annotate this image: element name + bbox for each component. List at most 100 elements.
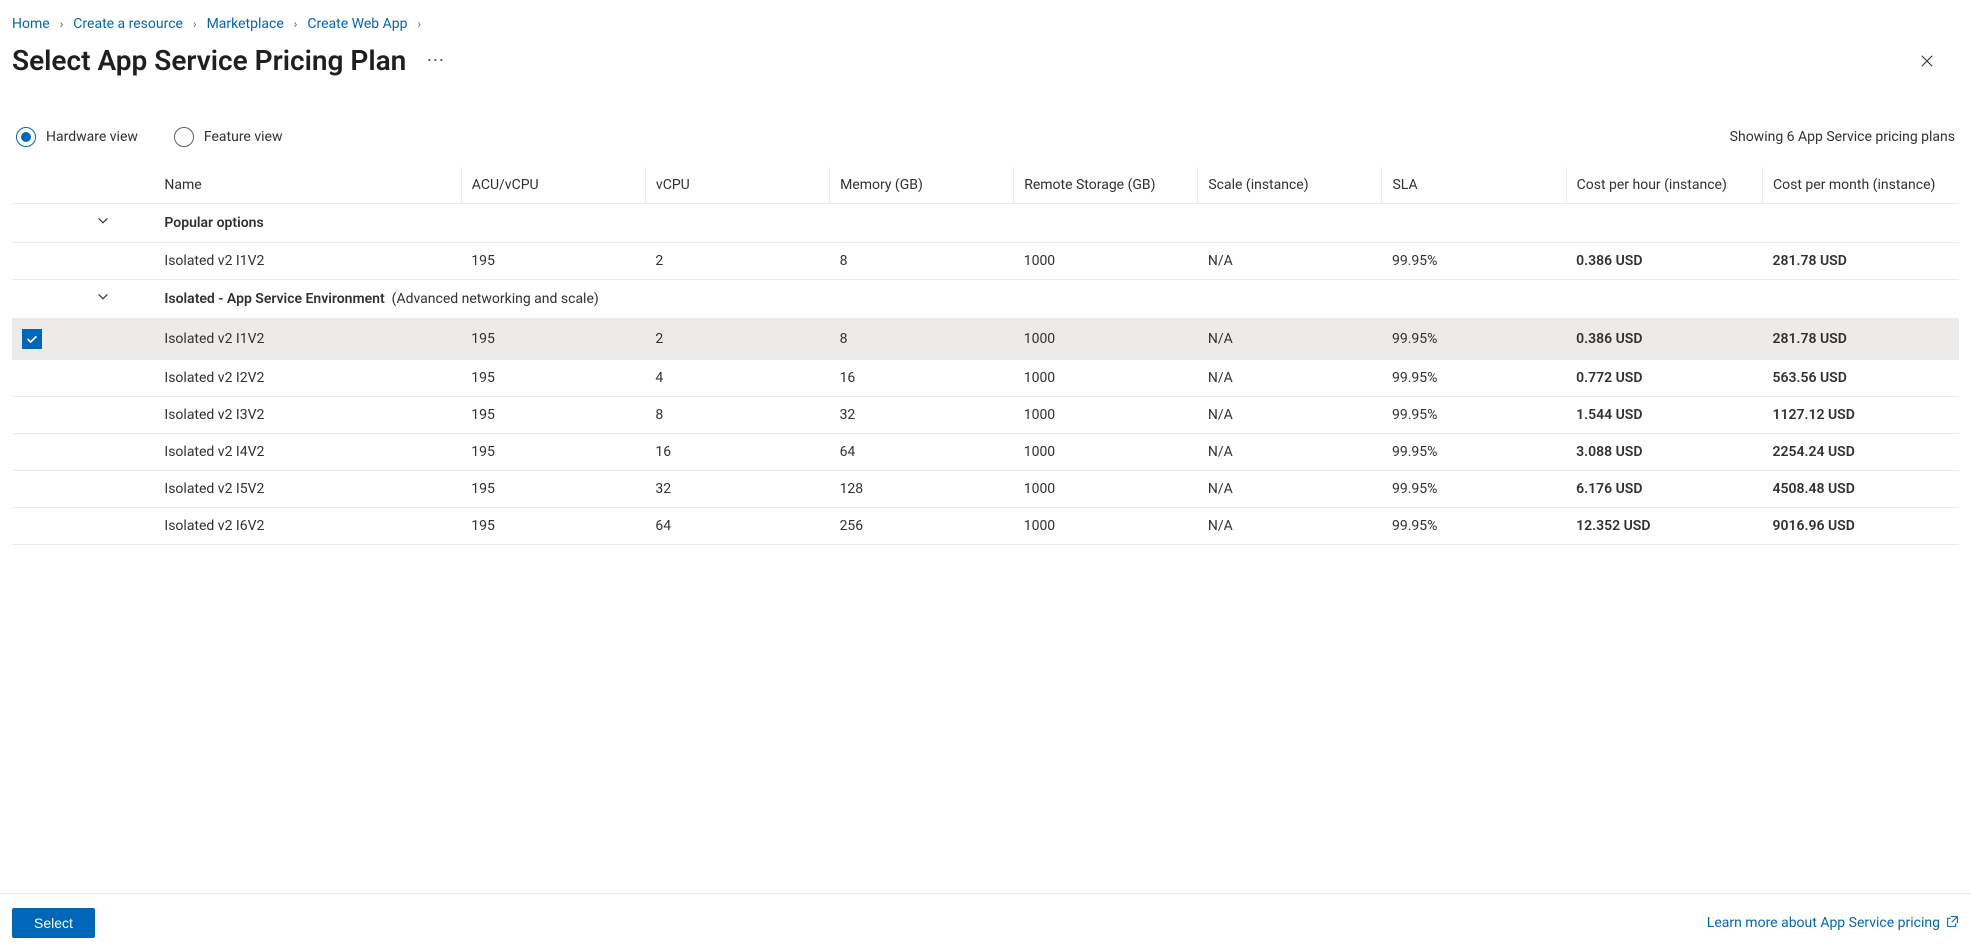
breadcrumb-link[interactable]: Marketplace <box>207 16 284 32</box>
footer: Select Learn more about App Service pric… <box>0 893 1971 952</box>
table-row[interactable]: Isolated v2 I1V2195281000N/A99.95%0.386 … <box>12 319 1959 360</box>
cell-remote: 1000 <box>1014 243 1198 280</box>
chevron-down-icon[interactable] <box>96 214 110 228</box>
chevron-right-icon: › <box>60 17 64 31</box>
cell-memory: 128 <box>830 471 1014 508</box>
cell-memory: 64 <box>830 434 1014 471</box>
chevron-right-icon: › <box>417 17 421 31</box>
hardware-view-radio[interactable]: Hardware view <box>16 127 138 147</box>
cell-acu: 195 <box>461 397 645 434</box>
breadcrumb-link[interactable]: Create Web App <box>307 16 407 32</box>
plan-count-text: Showing 6 App Service pricing plans <box>1730 129 1955 145</box>
table-row[interactable]: Isolated v2 I3V21958321000N/A99.95%1.544… <box>12 397 1959 434</box>
col-name[interactable]: Name <box>154 167 461 204</box>
col-memory[interactable]: Memory (GB) <box>830 167 1014 204</box>
cell-name: Isolated v2 I4V2 <box>154 434 461 471</box>
cell-vcpu: 4 <box>645 360 829 397</box>
cell-memory: 8 <box>830 243 1014 280</box>
cell-cost-mo: 281.78 USD <box>1763 319 1959 360</box>
more-icon[interactable]: ⋯ <box>422 46 448 75</box>
table-row[interactable]: Isolated v2 I5V2195321281000N/A99.95%6.1… <box>12 471 1959 508</box>
cell-vcpu: 2 <box>645 243 829 280</box>
cell-sla: 99.95% <box>1382 397 1566 434</box>
learn-more-link[interactable]: Learn more about App Service pricing <box>1707 915 1959 932</box>
close-icon[interactable] <box>1911 45 1943 77</box>
group-title: Popular options <box>164 215 263 231</box>
cell-acu: 195 <box>461 243 645 280</box>
group-header[interactable]: Popular options <box>12 204 1959 243</box>
col-vcpu[interactable]: vCPU <box>645 167 829 204</box>
chevron-right-icon: › <box>193 17 197 31</box>
cell-vcpu: 2 <box>645 319 829 360</box>
cell-scale: N/A <box>1198 243 1382 280</box>
cell-name: Isolated v2 I1V2 <box>154 243 461 280</box>
cell-scale: N/A <box>1198 397 1382 434</box>
cell-vcpu: 32 <box>645 471 829 508</box>
cell-remote: 1000 <box>1014 434 1198 471</box>
table-row[interactable]: Isolated v2 I4V219516641000N/A99.95%3.08… <box>12 434 1959 471</box>
cell-scale: N/A <box>1198 508 1382 545</box>
cell-memory: 256 <box>830 508 1014 545</box>
cell-sla: 99.95% <box>1382 243 1566 280</box>
cell-sla: 99.95% <box>1382 508 1566 545</box>
table-row[interactable]: Isolated v2 I6V2195642561000N/A99.95%12.… <box>12 508 1959 545</box>
cell-scale: N/A <box>1198 319 1382 360</box>
page-title: Select App Service Pricing Plan <box>12 44 406 77</box>
col-cost-hr[interactable]: Cost per hour (instance) <box>1566 167 1762 204</box>
external-link-icon <box>1946 915 1959 932</box>
cell-cost-hr: 0.386 USD <box>1566 319 1762 360</box>
cell-sla: 99.95% <box>1382 434 1566 471</box>
col-acu[interactable]: ACU/vCPU <box>461 167 645 204</box>
breadcrumb-link[interactable]: Home <box>12 16 50 32</box>
cell-remote: 1000 <box>1014 471 1198 508</box>
breadcrumb-link[interactable]: Create a resource <box>73 16 183 32</box>
cell-name: Isolated v2 I6V2 <box>154 508 461 545</box>
cell-cost-hr: 0.386 USD <box>1566 243 1762 280</box>
cell-memory: 16 <box>830 360 1014 397</box>
radio-icon <box>174 127 194 147</box>
cell-cost-hr: 6.176 USD <box>1566 471 1762 508</box>
cell-scale: N/A <box>1198 360 1382 397</box>
group-title: Isolated - App Service Environment <box>164 291 384 307</box>
cell-remote: 1000 <box>1014 397 1198 434</box>
cell-cost-mo: 9016.96 USD <box>1763 508 1959 545</box>
radio-label: Hardware view <box>46 129 138 145</box>
cell-sla: 99.95% <box>1382 360 1566 397</box>
col-remote[interactable]: Remote Storage (GB) <box>1014 167 1198 204</box>
radio-icon <box>16 127 36 147</box>
cell-cost-hr: 1.544 USD <box>1566 397 1762 434</box>
checkbox-icon[interactable] <box>22 329 42 349</box>
select-button[interactable]: Select <box>12 908 95 938</box>
col-scale[interactable]: Scale (instance) <box>1198 167 1382 204</box>
cell-sla: 99.95% <box>1382 319 1566 360</box>
cell-acu: 195 <box>461 471 645 508</box>
col-sla[interactable]: SLA <box>1382 167 1566 204</box>
learn-more-label: Learn more about App Service pricing <box>1707 915 1940 931</box>
cell-name: Isolated v2 I3V2 <box>154 397 461 434</box>
group-header[interactable]: Isolated - App Service Environment (Adva… <box>12 280 1959 319</box>
cell-scale: N/A <box>1198 434 1382 471</box>
cell-scale: N/A <box>1198 471 1382 508</box>
cell-vcpu: 64 <box>645 508 829 545</box>
cell-remote: 1000 <box>1014 360 1198 397</box>
cell-name: Isolated v2 I1V2 <box>154 319 461 360</box>
cell-vcpu: 16 <box>645 434 829 471</box>
cell-remote: 1000 <box>1014 319 1198 360</box>
cell-sla: 99.95% <box>1382 471 1566 508</box>
cell-vcpu: 8 <box>645 397 829 434</box>
cell-cost-hr: 0.772 USD <box>1566 360 1762 397</box>
table-row[interactable]: Isolated v2 I1V2195281000N/A99.95%0.386 … <box>12 243 1959 280</box>
table-row[interactable]: Isolated v2 I2V21954161000N/A99.95%0.772… <box>12 360 1959 397</box>
cell-cost-mo: 281.78 USD <box>1763 243 1959 280</box>
cell-cost-mo: 2254.24 USD <box>1763 434 1959 471</box>
chevron-right-icon: › <box>294 17 298 31</box>
feature-view-radio[interactable]: Feature view <box>174 127 283 147</box>
chevron-down-icon[interactable] <box>96 290 110 304</box>
cell-name: Isolated v2 I5V2 <box>154 471 461 508</box>
cell-cost-mo: 1127.12 USD <box>1763 397 1959 434</box>
cell-acu: 195 <box>461 319 645 360</box>
cell-memory: 8 <box>830 319 1014 360</box>
breadcrumb: Home › Create a resource › Marketplace ›… <box>12 12 1959 44</box>
cell-acu: 195 <box>461 434 645 471</box>
col-cost-mo[interactable]: Cost per month (instance) <box>1763 167 1959 204</box>
